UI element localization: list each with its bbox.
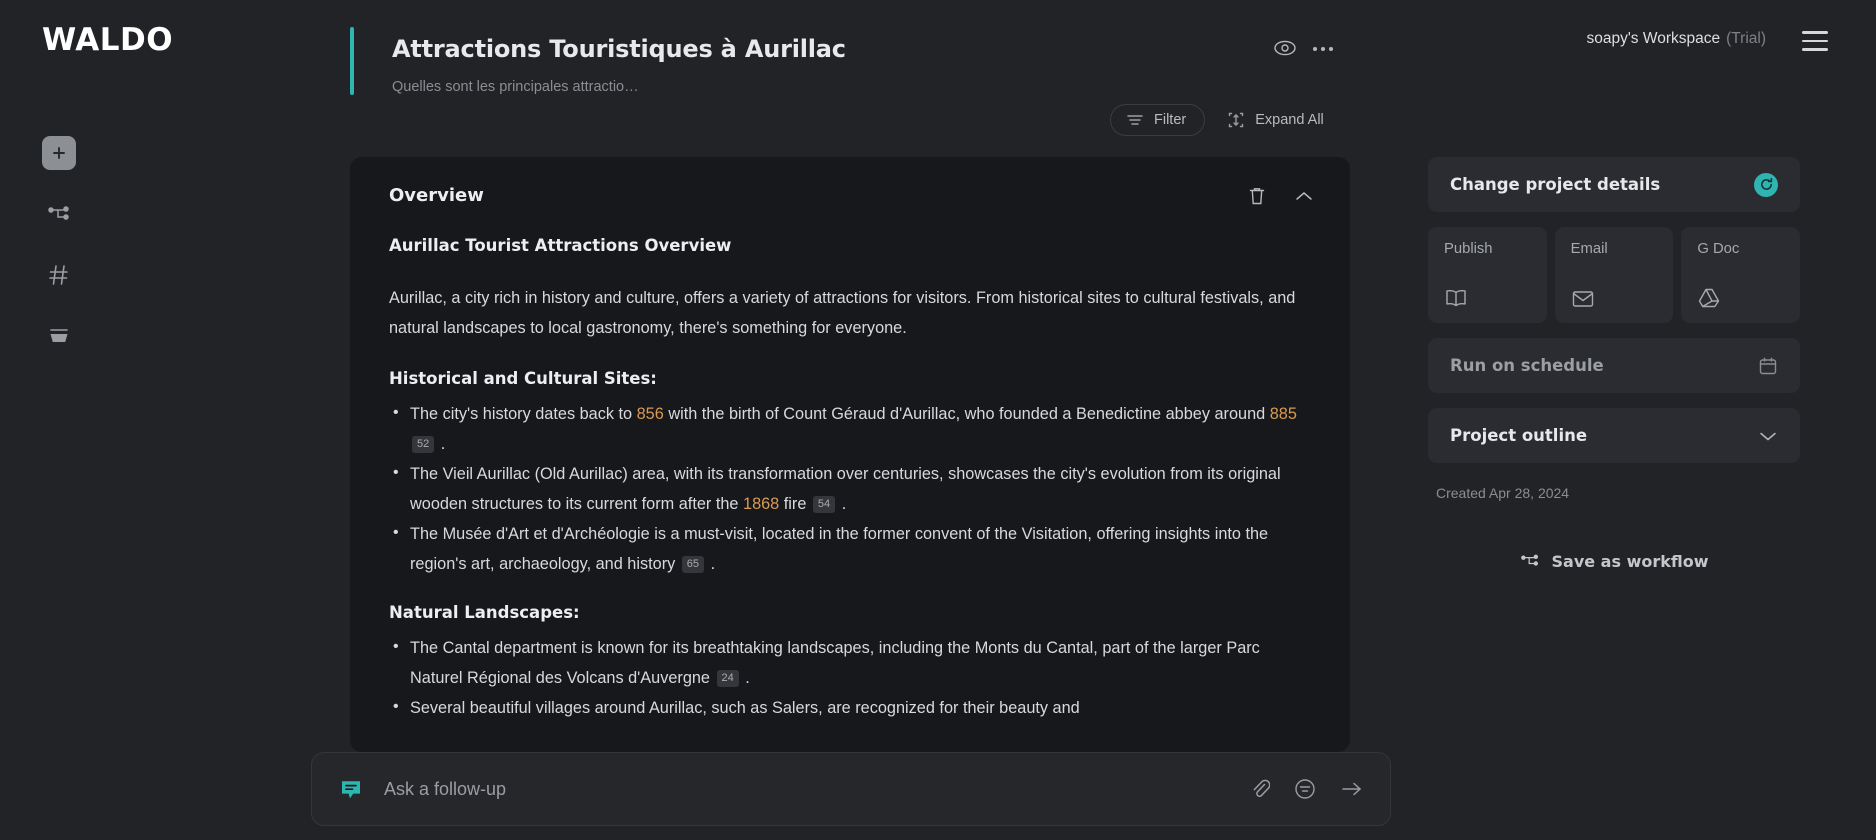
settings-icon[interactable] <box>1294 778 1316 800</box>
title-accent-bar <box>350 27 354 95</box>
change-project-details-button[interactable]: Change project details <box>1428 157 1800 212</box>
sidebar-nav <box>42 136 76 353</box>
body-title: Aurillac Tourist Attractions Overview <box>389 236 732 255</box>
workspace-name: soapy's Workspace <box>1586 30 1721 47</box>
overview-card-actions <box>1248 186 1314 206</box>
workspace-plan: (Trial) <box>1726 30 1766 47</box>
filter-button[interactable]: Filter <box>1110 104 1206 136</box>
created-date: Created Apr 28, 2024 <box>1436 485 1570 501</box>
list-item: The city's history dates back to 856 wit… <box>389 398 1310 459</box>
followup-bar[interactable]: Ask a follow-up <box>311 752 1391 826</box>
export-tile-publish[interactable]: Publish <box>1428 227 1547 323</box>
bullet-list: The Cantal department is known for its b… <box>389 632 1310 723</box>
right-panel: Change project details Publish Email G Doc… <box>1428 157 1801 571</box>
sidebar-item-workflows[interactable] <box>42 197 76 231</box>
overview-card-header: Overview <box>350 157 1350 206</box>
expand-all-button[interactable]: Expand All <box>1227 111 1324 129</box>
refresh-icon <box>1754 172 1778 197</box>
list-item: The Musée d'Art et d'Archéologie is a mu… <box>389 518 1310 579</box>
left-sidebar: WALDO <box>0 0 350 840</box>
export-tile-label: Publish <box>1444 241 1493 257</box>
app-logo: WALDO <box>42 22 174 58</box>
year-highlight: 856 <box>636 405 664 423</box>
more-options-icon[interactable] <box>1313 40 1345 58</box>
citation-badge[interactable]: 24 <box>716 670 739 687</box>
chat-bubble-icon <box>338 776 364 802</box>
filter-label: Filter <box>1154 112 1187 128</box>
collapse-section-button[interactable] <box>1294 189 1314 203</box>
citation-badge[interactable]: 65 <box>681 556 705 573</box>
run-on-schedule-label: Run on schedule <box>1450 356 1604 375</box>
year-highlight: 1868 <box>743 495 780 513</box>
google-drive-icon <box>1697 287 1784 309</box>
book-icon <box>1444 287 1531 309</box>
change-project-details-label: Change project details <box>1450 175 1661 194</box>
section-title: Natural Landscapes: <box>389 603 580 622</box>
delete-section-button[interactable] <box>1248 186 1266 206</box>
citation-badge[interactable]: 54 <box>812 496 836 513</box>
list-item: The Cantal department is known for its b… <box>389 632 1310 693</box>
year-highlight: 885 <box>1269 405 1297 423</box>
overview-card-body: Aurillac Tourist Attractions Overview Au… <box>350 206 1350 723</box>
save-as-workflow-label: Save as workflow <box>1551 551 1709 571</box>
list-item: Several beautiful villages around Aurill… <box>389 692 1310 723</box>
filter-icon <box>1126 113 1144 127</box>
sidebar-item-new-project[interactable] <box>42 136 76 170</box>
bullet-list: The city's history dates back to 856 wit… <box>389 398 1310 579</box>
section-title: Historical and Cultural Sites: <box>389 369 657 388</box>
export-tile-label: G Doc <box>1697 241 1740 257</box>
expand-icon <box>1227 111 1245 129</box>
export-tile-email[interactable]: Email <box>1554 227 1674 323</box>
envelope-icon <box>1571 289 1658 309</box>
save-as-workflow-button[interactable]: Save as workflow <box>1428 551 1800 571</box>
workflow-icon <box>47 202 71 226</box>
followup-input[interactable]: Ask a follow-up <box>384 779 1250 800</box>
plus-icon <box>49 143 69 163</box>
app-root: WALDO Attractions Touristiques à Aurilla… <box>0 0 1876 840</box>
run-on-schedule-button[interactable]: Run on schedule <box>1428 338 1800 393</box>
trash-icon <box>1248 186 1266 206</box>
project-outline-label: Project outline <box>1450 426 1588 445</box>
workflow-icon <box>1520 551 1540 571</box>
content-sections: Historical and Cultural Sites: The city's… <box>389 369 1310 723</box>
list-item: The Vieil Aurillac (Old Aurillac) area, … <box>389 458 1310 519</box>
stack-icon <box>47 324 71 348</box>
export-tiles: Publish Email G Doc <box>1428 227 1801 323</box>
page-title: Attractions Touristiques à Aurillac <box>392 35 846 63</box>
export-tile-label: Email <box>1570 241 1608 257</box>
hamburger-menu-icon[interactable] <box>1802 31 1828 51</box>
calendar-icon <box>1758 356 1778 376</box>
intro-paragraph: Aurillac, a city rich in history and cul… <box>389 289 1296 337</box>
page-subtitle: Quelles sont les principales attractio… <box>392 79 639 95</box>
content-toolbar: Filter Expand All <box>1110 104 1324 136</box>
overview-card: Overview Aurillac Tourist Attractions Ov… <box>350 157 1350 752</box>
chevron-down-icon <box>1758 429 1778 443</box>
overview-heading: Overview <box>389 185 484 206</box>
workspace-label[interactable]: soapy's Workspace (Trial) <box>1586 30 1766 48</box>
attachment-icon[interactable] <box>1250 778 1270 800</box>
project-outline-button[interactable]: Project outline <box>1428 408 1800 463</box>
export-tile-g-doc[interactable]: G Doc <box>1681 227 1801 323</box>
chevron-up-icon <box>1294 189 1314 203</box>
sidebar-item-library[interactable] <box>42 319 76 353</box>
followup-actions <box>1250 778 1364 800</box>
citation-badge[interactable]: 52 <box>412 436 435 453</box>
expand-all-label: Expand All <box>1255 112 1324 128</box>
preview-eye-icon[interactable] <box>1271 37 1299 59</box>
sidebar-item-channels[interactable] <box>42 258 76 292</box>
send-arrow-icon[interactable] <box>1340 779 1364 799</box>
hash-icon <box>47 263 71 287</box>
